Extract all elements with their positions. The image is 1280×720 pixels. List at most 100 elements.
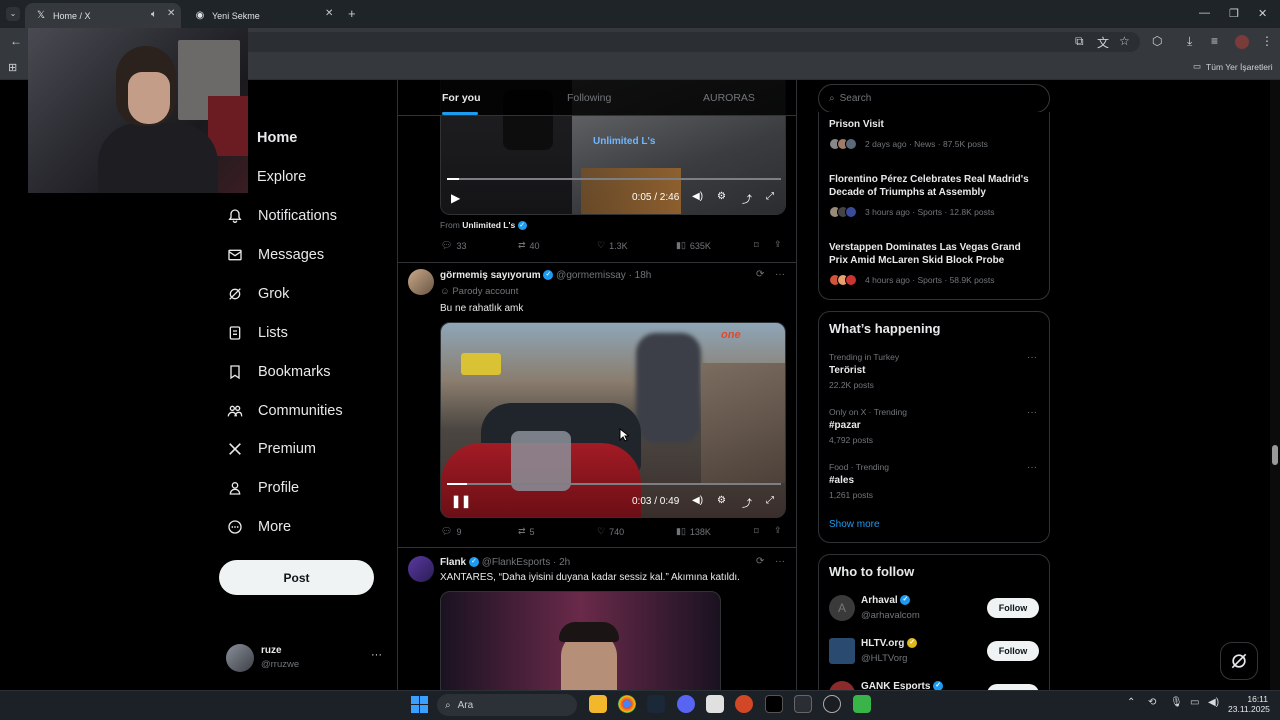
media-icon[interactable]: ≡	[1211, 34, 1218, 48]
windows-start-icon[interactable]	[411, 696, 428, 713]
nav-messages[interactable]: Messages	[226, 241, 324, 269]
fullscreen-icon[interactable]: ⤢	[766, 495, 774, 506]
repost-button[interactable]: ⇄ 5	[518, 526, 535, 537]
trend-name[interactable]: #pazar	[829, 420, 861, 431]
grok-icon[interactable]: ⟳	[756, 556, 764, 567]
tab-new-tab[interactable]: ◉ Yeni Sekme	[184, 3, 340, 28]
news-title[interactable]: Verstappen Dominates Las Vegas Grand Pri…	[829, 241, 1041, 267]
profile-avatar[interactable]	[1235, 35, 1249, 49]
grok-icon[interactable]: ⟳	[756, 269, 764, 280]
reply-button[interactable]: 💬︎ 9	[441, 526, 461, 537]
tab-list-button[interactable]: ⌄	[6, 7, 20, 21]
volume-icon[interactable]: ◀︎)	[692, 191, 703, 202]
taskbar-search[interactable]: ⌕ Ara	[437, 694, 577, 716]
nav-bookmarks[interactable]: Bookmarks	[226, 358, 331, 386]
news-title[interactable]: Prison Visit	[829, 118, 1041, 131]
speaker-icon[interactable]: 🔈︎	[151, 9, 157, 20]
android-icon[interactable]	[853, 695, 871, 713]
microphone-icon[interactable]: 🎙︎	[1170, 697, 1183, 708]
settings-gear-icon[interactable]: ⚙	[717, 191, 726, 202]
like-button[interactable]: ♡ 740	[597, 526, 624, 537]
author-name[interactable]: görmemiş sayıyorum	[440, 270, 541, 281]
from-account-link[interactable]: Unlimited L's	[462, 220, 515, 230]
sync-icon[interactable]: ⟲	[1148, 697, 1156, 708]
like-button[interactable]: ♡ 1.3K	[597, 240, 628, 251]
author-name[interactable]: Flank	[440, 557, 466, 568]
apps-grid-icon[interactable]: ⊞	[8, 61, 17, 74]
avatar[interactable]: A	[829, 595, 855, 621]
volume-icon[interactable]: ◀︎)	[1208, 697, 1219, 708]
file-explorer-icon[interactable]	[589, 695, 607, 713]
author-handle[interactable]: @FlankEsports	[482, 557, 551, 568]
nav-home[interactable]: Home	[257, 124, 297, 152]
pip-icon[interactable]: ⤴	[742, 495, 752, 510]
tab-for-you[interactable]: For you	[442, 92, 481, 104]
trend-name[interactable]: Terörist	[829, 365, 866, 376]
capcut-icon[interactable]	[765, 695, 783, 713]
steam-icon[interactable]	[647, 695, 665, 713]
kebab-menu-icon[interactable]: ⋮	[1261, 34, 1273, 48]
translate-icon[interactable]: 文	[1097, 34, 1109, 51]
nav-lists[interactable]: Lists	[226, 319, 288, 347]
account-switcher[interactable]: ruze @rruzwe ···	[226, 640, 386, 676]
post-time[interactable]: · 2h	[553, 557, 570, 568]
tab-auroras[interactable]: AURORAS	[703, 92, 755, 104]
show-more-link[interactable]: Show more	[829, 519, 880, 530]
all-bookmarks-button[interactable]: ▭ Tüm Yer İşaretleri	[1193, 61, 1273, 72]
trend-name[interactable]: #ales	[829, 475, 854, 486]
nav-profile[interactable]: Profile	[226, 474, 299, 502]
fullscreen-icon[interactable]: ⤢	[766, 191, 774, 202]
tab-close-button[interactable]: ✕	[167, 8, 175, 19]
close-window-button[interactable]: ✕	[1258, 7, 1267, 20]
trend-more-icon[interactable]: ···	[1027, 352, 1037, 363]
suggested-account-name[interactable]: HLTV.org ✓	[861, 638, 918, 649]
avatar[interactable]	[408, 556, 434, 582]
back-arrow-icon[interactable]: ←	[10, 34, 22, 48]
obs-icon[interactable]	[823, 695, 841, 713]
pause-icon[interactable]: ❚❚	[451, 494, 471, 508]
bookmark-icon[interactable]: ⌑	[754, 526, 759, 537]
follow-button[interactable]: Follow	[987, 598, 1039, 618]
share-icon[interactable]: ⇪	[774, 239, 782, 250]
views-button[interactable]: ▮▯ 138K	[676, 526, 711, 537]
share-icon[interactable]: ⇪	[774, 525, 782, 536]
search-input[interactable]: ⌕ Search	[818, 84, 1050, 113]
pip-icon[interactable]: ⤴	[742, 191, 752, 206]
address-bar[interactable]	[240, 32, 1140, 52]
page-scrollbar[interactable]	[1270, 80, 1280, 690]
app-icon[interactable]	[706, 695, 724, 713]
news-title[interactable]: Florentino Pérez Celebrates Real Madrid'…	[829, 173, 1041, 199]
tab-following[interactable]: Following	[567, 92, 611, 104]
nav-premium[interactable]: Premium	[226, 435, 316, 463]
new-tab-button[interactable]: +	[348, 6, 356, 21]
avatar[interactable]	[408, 269, 434, 295]
avatar[interactable]	[829, 638, 855, 664]
views-button[interactable]: ▮▯ 635K	[676, 240, 711, 251]
post-button[interactable]: Post	[219, 560, 374, 595]
grok-floating-button[interactable]	[1220, 642, 1258, 680]
suggested-account-name[interactable]: Arhaval ✓	[861, 595, 911, 606]
video-progress-track[interactable]	[447, 178, 781, 180]
scrollbar-thumb[interactable]	[1272, 445, 1278, 465]
app-icon[interactable]	[794, 695, 812, 713]
video-player[interactable]	[440, 591, 721, 690]
follow-button[interactable]: Follow	[987, 641, 1039, 661]
nav-notifications[interactable]: Notifications	[226, 202, 337, 230]
minimize-button[interactable]: —	[1199, 7, 1210, 19]
play-icon[interactable]: ▶	[451, 191, 460, 205]
post-time[interactable]: · 18h	[629, 270, 652, 281]
chevron-up-icon[interactable]: ⌃	[1127, 697, 1135, 708]
nav-explore[interactable]: Explore	[257, 163, 306, 191]
nav-communities[interactable]: Communities	[226, 397, 343, 425]
trend-more-icon[interactable]: ···	[1027, 462, 1037, 473]
repost-button[interactable]: ⇄ 40	[518, 240, 540, 251]
settings-gear-icon[interactable]: ⚙	[717, 495, 726, 506]
download-icon[interactable]: ⤓	[1187, 34, 1192, 49]
nav-grok[interactable]: Grok	[226, 280, 289, 308]
chrome-icon[interactable]	[618, 695, 636, 713]
nav-more[interactable]: More	[226, 513, 291, 541]
volume-icon[interactable]: ◀︎)	[692, 495, 703, 506]
cast-icon[interactable]: ⧉	[1075, 34, 1084, 49]
tab-home-x[interactable]: 𝕏 Home / X	[25, 3, 181, 28]
more-icon[interactable]: ···	[775, 556, 785, 567]
